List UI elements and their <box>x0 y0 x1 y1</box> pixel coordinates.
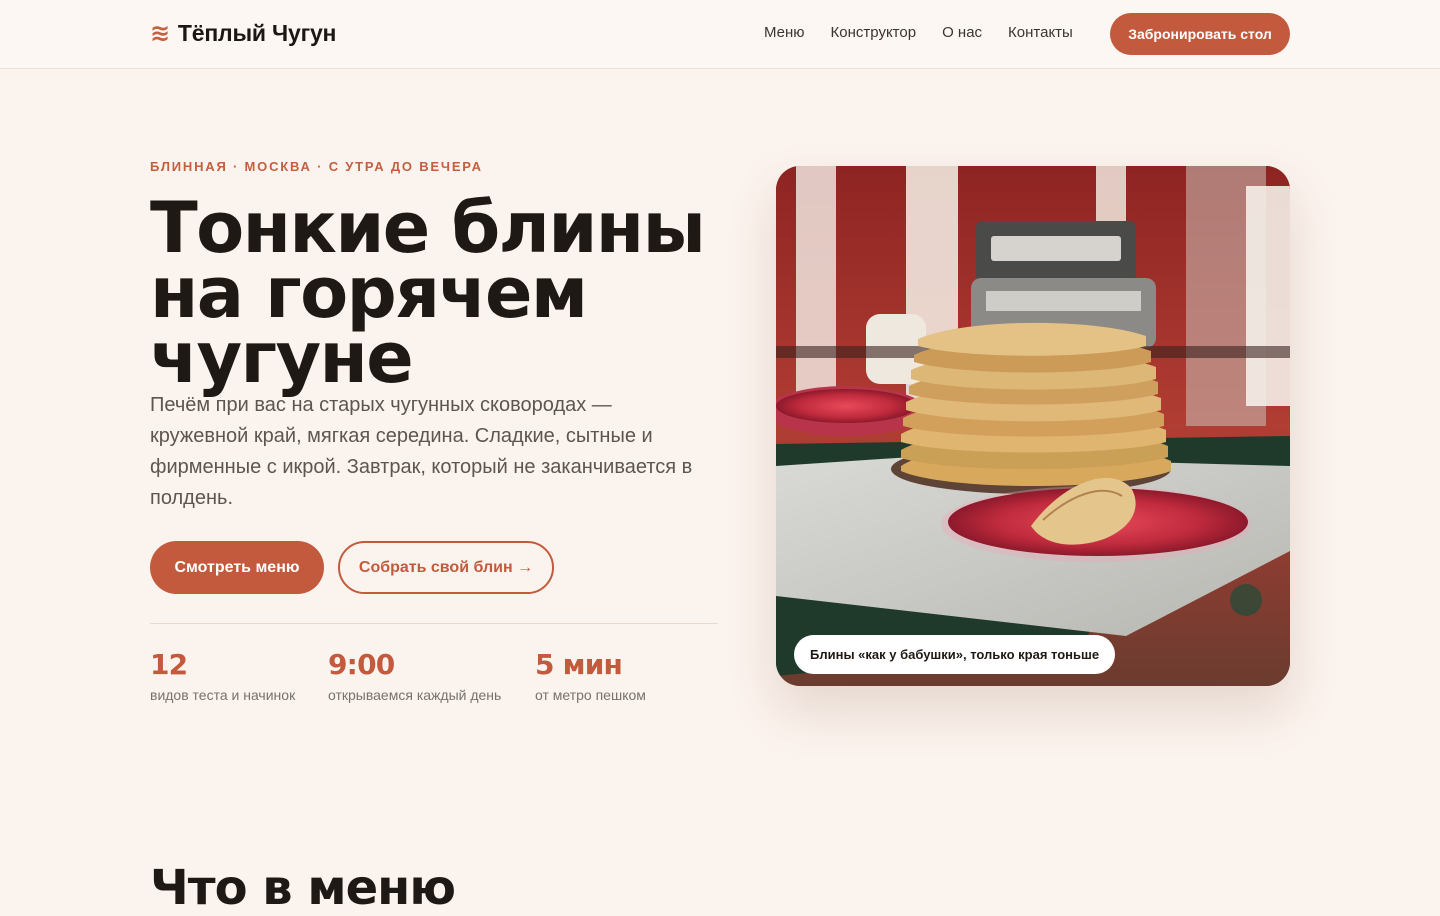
stat-label: от метро пешком <box>535 687 646 703</box>
view-menu-button[interactable]: Смотреть меню <box>150 541 324 594</box>
nav-link-menu[interactable]: Меню <box>764 24 805 41</box>
reserve-table-button[interactable]: Забронировать стол <box>1110 13 1290 55</box>
pancake-stack-image <box>776 166 1290 686</box>
stats-divider <box>150 623 718 624</box>
hero-title: Тонкие блины на горячем чугуне <box>150 187 706 399</box>
wave-icon: ≋ <box>150 19 170 47</box>
photo-caption-chip: Блины «как у бабушки», только края тоньш… <box>794 635 1116 674</box>
build-pancake-button[interactable]: Собрать свой блин → <box>338 541 554 594</box>
stat-value: 5 мин <box>535 648 623 681</box>
nav-link-constructor[interactable]: Конструктор <box>831 24 917 41</box>
nav-link-contacts[interactable]: Контакты <box>1008 24 1073 41</box>
brand-logo[interactable]: ≋ Тёплый Чугун <box>150 20 336 47</box>
stat-item: 5 мин от метро пешком <box>535 648 646 704</box>
hero-description: Печём при вас на старых чугунных сковоро… <box>150 394 693 509</box>
stat-value: 12 <box>150 648 188 681</box>
menu-section-heading: Что в меню <box>150 860 456 916</box>
main-nav: Меню Конструктор О нас Контакты <box>764 24 1073 41</box>
brand-name: Тёплый Чугун <box>177 20 337 46</box>
hero-photo: Блины «как у бабушки», только края тоньш… <box>776 166 1290 686</box>
stat-value: 9:00 <box>328 648 395 681</box>
stat-item: 9:00 открываемся каждый день <box>328 648 502 704</box>
stat-label: открываемся каждый день <box>328 687 502 703</box>
stat-item: 12 видов теста и начинок <box>150 648 296 704</box>
hero-eyebrow: БЛИННАЯ · МОСКВА · С УТРА ДО ВЕЧЕРА <box>150 159 483 174</box>
site-header: ≋ Тёплый Чугун Меню Конструктор О нас Ко… <box>0 0 1440 69</box>
nav-link-about[interactable]: О нас <box>942 24 982 41</box>
stat-label: видов теста и начинок <box>150 687 296 703</box>
